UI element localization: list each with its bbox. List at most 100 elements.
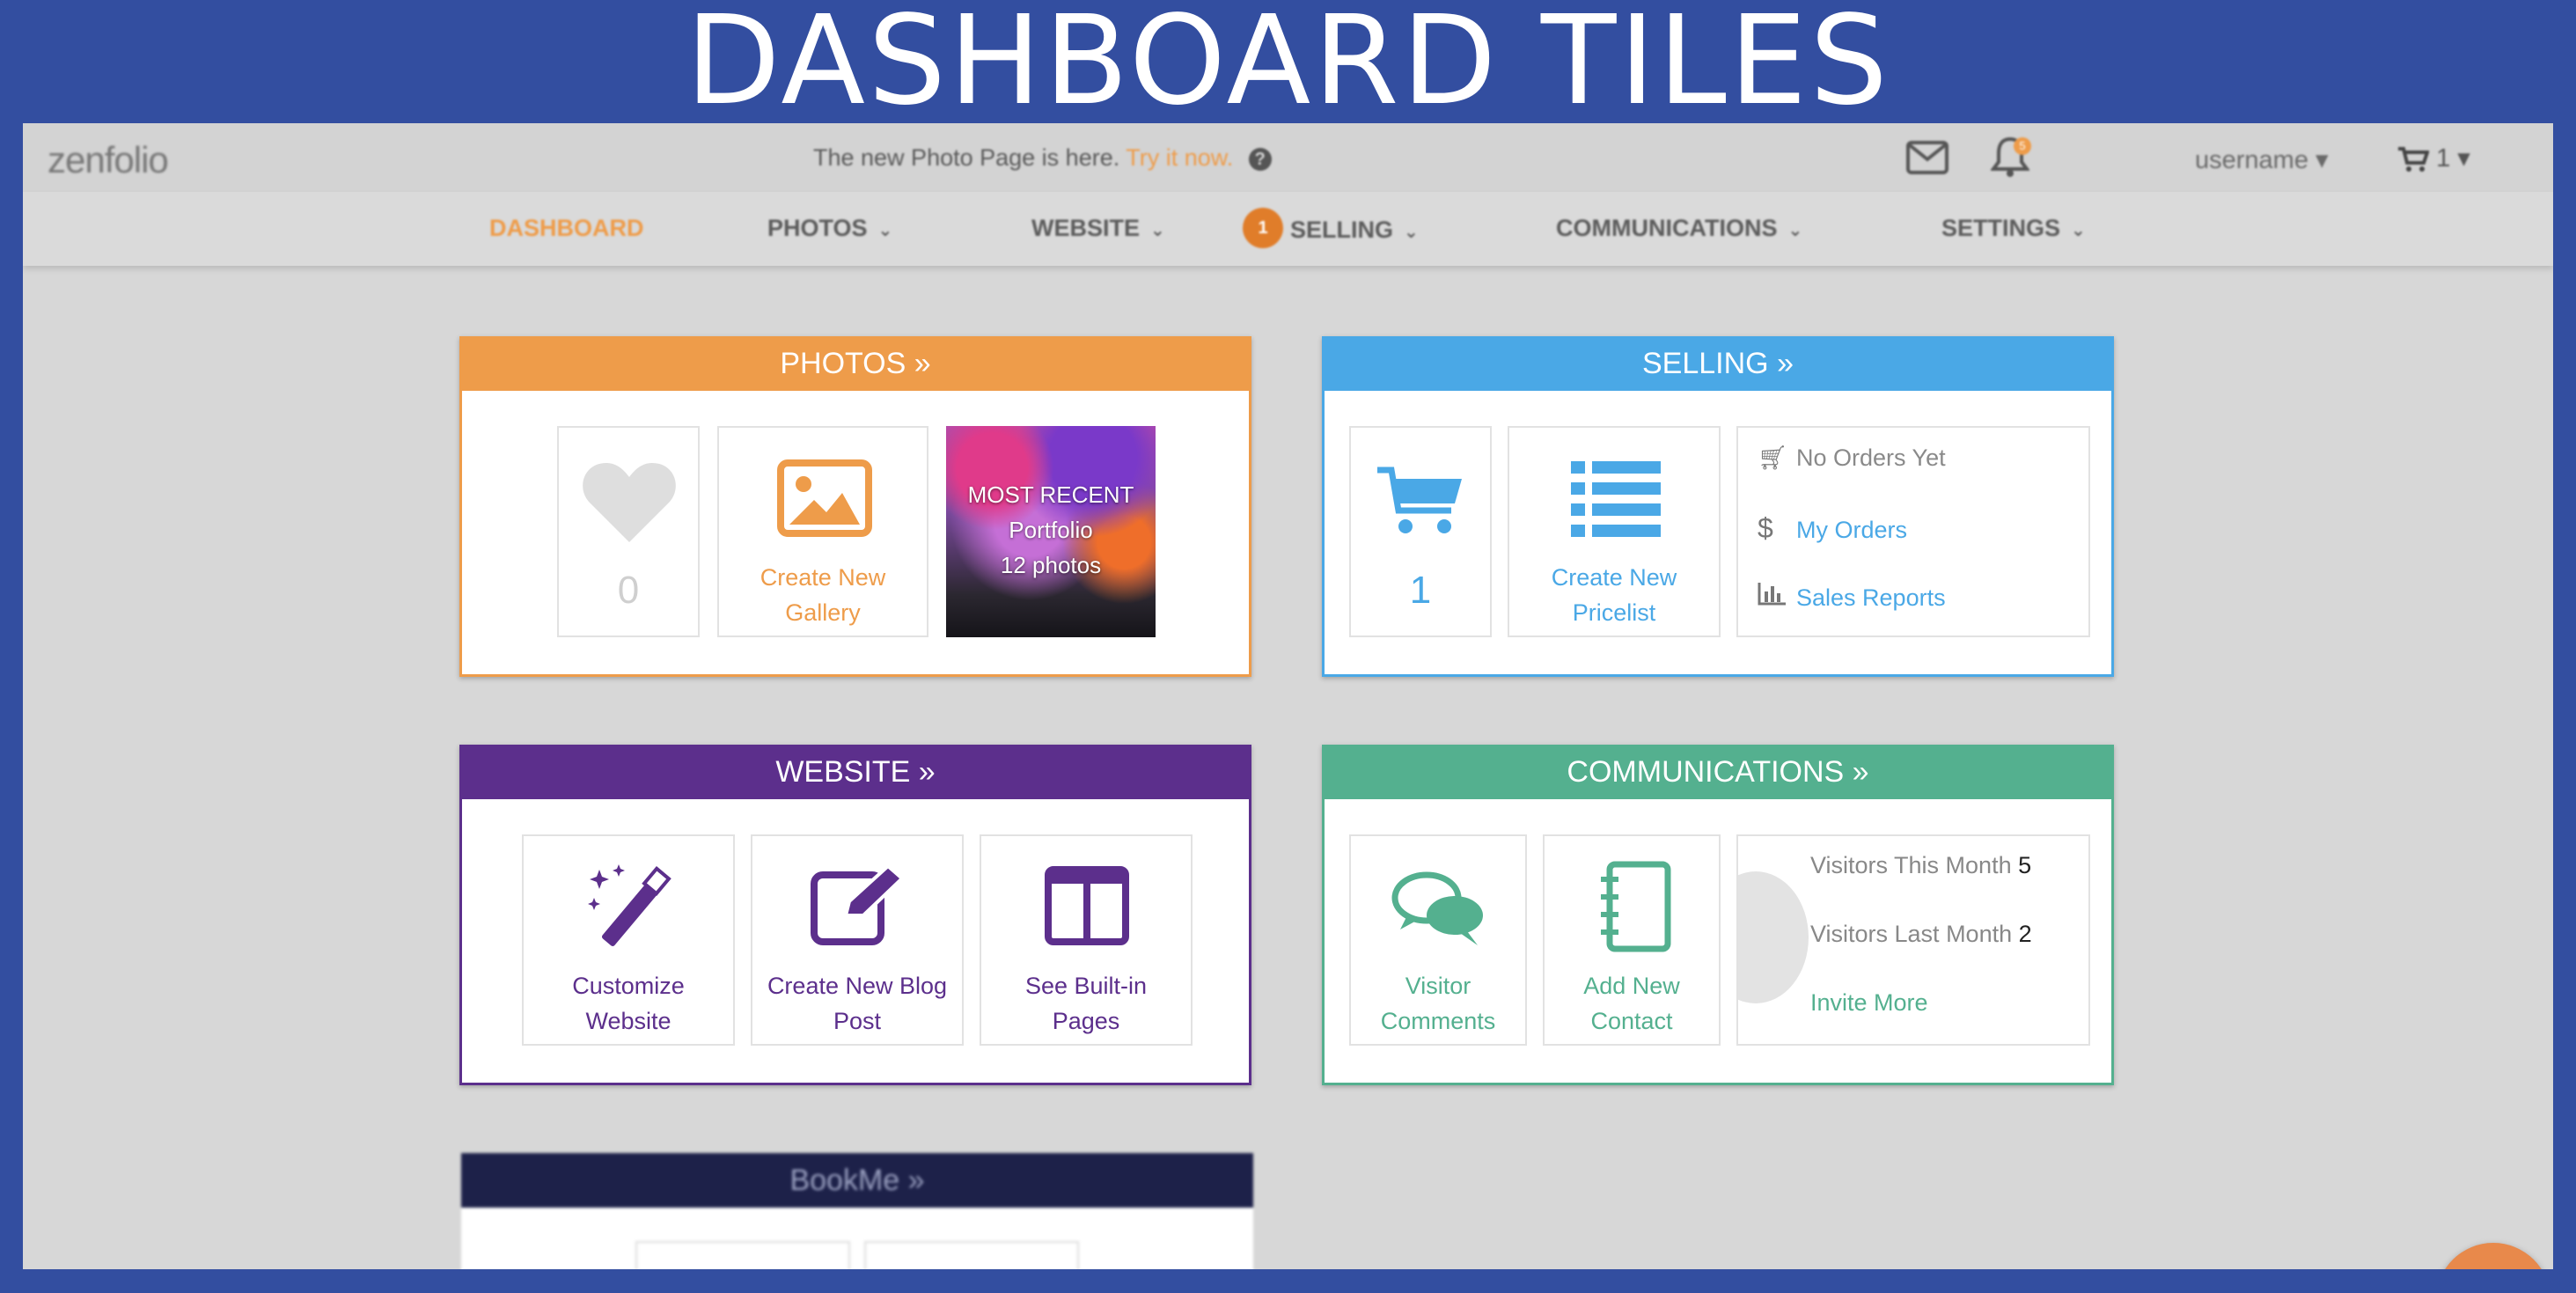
bar-chart-icon	[1758, 581, 1796, 612]
try-it-now-link[interactable]: Try it now.	[1126, 144, 1233, 171]
cart-icon: 🛒︎	[1758, 444, 1788, 471]
create-pricelist-box[interactable]: Create New Pricelist	[1508, 426, 1721, 637]
visitors-box: Visitors This Month 5 Visitors Last Mont…	[1736, 834, 2090, 1046]
chat-button[interactable]	[2436, 1243, 2550, 1269]
contact-line2: Contact	[1590, 1008, 1673, 1034]
create-gallery-line1: Create New	[760, 564, 886, 591]
dollar-icon: $	[1758, 512, 1773, 544]
announcement-bar: The new Photo Page is here. Try it now. …	[813, 144, 1272, 172]
customize-website-box[interactable]: Customize Website	[522, 834, 735, 1046]
selling-tile-header[interactable]: SELLING »	[1325, 336, 2111, 391]
customize-line1: Customize	[572, 973, 685, 999]
blog-line1: Create New Blog	[767, 973, 948, 999]
nav-label: PHOTOS	[767, 215, 868, 241]
visitors-this-month-row: Visitors This Month 5	[1810, 852, 2031, 879]
contact-line1: Add New	[1583, 973, 1680, 999]
chevron-down-icon: ▾	[2457, 144, 2470, 173]
nav-dashboard[interactable]: DASHBOARD	[489, 215, 644, 242]
photos-tile-header[interactable]: PHOTOS »	[462, 336, 1249, 391]
built-in-pages-box[interactable]: See Built-in Pages	[980, 834, 1193, 1046]
app-window: zenfolio The new Photo Page is here. Try…	[23, 123, 2553, 1269]
magic-wand-icon	[588, 864, 672, 946]
bookme-box[interactable]	[635, 1241, 850, 1269]
favorites-count: 0	[617, 569, 640, 612]
nav-label: SELLING	[1290, 217, 1394, 244]
add-contact-box[interactable]: Add New Contact	[1543, 834, 1721, 1046]
my-orders-text: My Orders	[1796, 517, 1908, 543]
nav-settings[interactable]: SETTINGS ⌄	[1941, 215, 2086, 242]
favorites-box[interactable]: 0	[557, 426, 700, 637]
zenfolio-logo[interactable]: zenfolio	[48, 139, 169, 181]
nav-photos[interactable]: PHOTOS ⌄	[767, 215, 892, 242]
visitors-this-month-value: 5	[2018, 852, 2032, 878]
sales-reports-link[interactable]: Sales Reports	[1758, 581, 1946, 612]
blog-line2: Post	[833, 1008, 882, 1034]
website-tile: WEBSITE » Customize Website Create New B…	[459, 745, 1251, 1085]
bookme-box[interactable]	[864, 1241, 1079, 1269]
bookme-tile: BookMe »	[461, 1153, 1253, 1269]
banner-title: DASHBOARD TILES	[685, 0, 1891, 133]
photos-tile: PHOTOS » 0 Create New Gallery MOST RECEN…	[459, 336, 1251, 677]
nav-communications[interactable]: COMMUNICATIONS ⌄	[1556, 215, 1802, 242]
visitors-last-month-value: 2	[2018, 921, 2032, 947]
comments-line2: Comments	[1380, 1008, 1496, 1034]
my-orders-link[interactable]: $ My Orders	[1758, 512, 1907, 545]
customize-line2: Website	[585, 1008, 672, 1034]
address-book-icon	[1601, 861, 1671, 952]
visitors-last-month-label: Visitors Last Month	[1810, 921, 2013, 947]
selling-tile: SELLING » 1 Create New Pricelist 🛒︎ No Or…	[1322, 336, 2114, 677]
recent-gallery-count: 12 photos	[1000, 552, 1102, 578]
most-recent-gallery-thumbnail[interactable]: MOST RECENT Portfolio 12 photos	[946, 426, 1156, 637]
announcement-text: The new Photo Page is here.	[813, 144, 1120, 171]
create-gallery-box[interactable]: Create New Gallery	[717, 426, 928, 637]
communications-tile-header[interactable]: COMMUNICATIONS »	[1325, 745, 2111, 799]
list-icon	[1571, 461, 1661, 537]
shopping-cart-icon	[1377, 467, 1462, 533]
help-icon[interactable]: ?	[1248, 147, 1272, 171]
invite-more-link[interactable]: Invite More	[1810, 989, 1928, 1017]
create-pricelist-line1: Create New	[1551, 564, 1677, 591]
no-orders-row: 🛒︎ No Orders Yet	[1758, 444, 1946, 472]
visitors-last-month-row: Visitors Last Month 2	[1810, 921, 2032, 948]
nav-selling[interactable]: 1 SELLING ⌄	[1243, 208, 1419, 248]
edit-icon	[811, 866, 905, 945]
most-recent-label: MOST RECENT	[967, 481, 1134, 508]
cart-count: 1	[1409, 569, 1432, 612]
selling-badge: 1	[1243, 208, 1283, 248]
globe-icon	[1738, 871, 1809, 1003]
cart-icon	[2397, 144, 2430, 173]
cart-menu[interactable]: 1 ▾	[2397, 143, 2470, 173]
notifications-bell-icon[interactable]: 5	[1990, 136, 2031, 182]
pages-line2: Pages	[1052, 1008, 1120, 1034]
nav-label: WEBSITE	[1031, 215, 1141, 241]
create-gallery-line2: Gallery	[785, 599, 861, 626]
nav-website[interactable]: WEBSITE ⌄	[1031, 215, 1165, 242]
communications-tile: COMMUNICATIONS » Visitor Comments Add Ne…	[1322, 745, 2114, 1085]
nav-label: DASHBOARD	[489, 215, 644, 241]
nav-label: COMMUNICATIONS	[1556, 215, 1778, 241]
website-tile-header[interactable]: WEBSITE »	[462, 745, 1249, 799]
chevron-down-icon: ▾	[2315, 146, 2329, 174]
visitor-comments-box[interactable]: Visitor Comments	[1349, 834, 1527, 1046]
chevron-down-icon: ⌄	[2071, 221, 2086, 240]
main-nav: DASHBOARD PHOTOS ⌄ WEBSITE ⌄ 1 SELLING ⌄ COM…	[23, 192, 2553, 266]
orders-box: 🛒︎ No Orders Yet $ My Orders Sales Reports	[1736, 426, 2090, 637]
cart-box[interactable]: 1	[1349, 426, 1492, 637]
notification-badge: 5	[2014, 137, 2031, 155]
comments-icon	[1391, 871, 1483, 945]
create-pricelist-line2: Pricelist	[1572, 599, 1656, 626]
pages-line1: See Built-in	[1024, 973, 1148, 999]
username-label: username	[2195, 146, 2308, 174]
mail-icon[interactable]	[1906, 141, 1949, 179]
visitors-this-month-label: Visitors This Month	[1810, 852, 2012, 878]
create-blog-post-box[interactable]: Create New Blog Post	[751, 834, 964, 1046]
chevron-down-icon: ⌄	[1404, 223, 1419, 243]
chevron-down-icon: ⌄	[877, 221, 893, 240]
bookme-tile-header[interactable]: BookMe »	[461, 1153, 1253, 1208]
no-orders-text: No Orders Yet	[1796, 444, 1946, 471]
chevron-down-icon: ⌄	[1150, 221, 1165, 240]
chevron-down-icon: ⌄	[1787, 221, 1803, 240]
user-menu[interactable]: username ▾	[2195, 144, 2329, 175]
cart-count: 1	[2436, 144, 2451, 173]
heart-icon	[583, 463, 676, 542]
